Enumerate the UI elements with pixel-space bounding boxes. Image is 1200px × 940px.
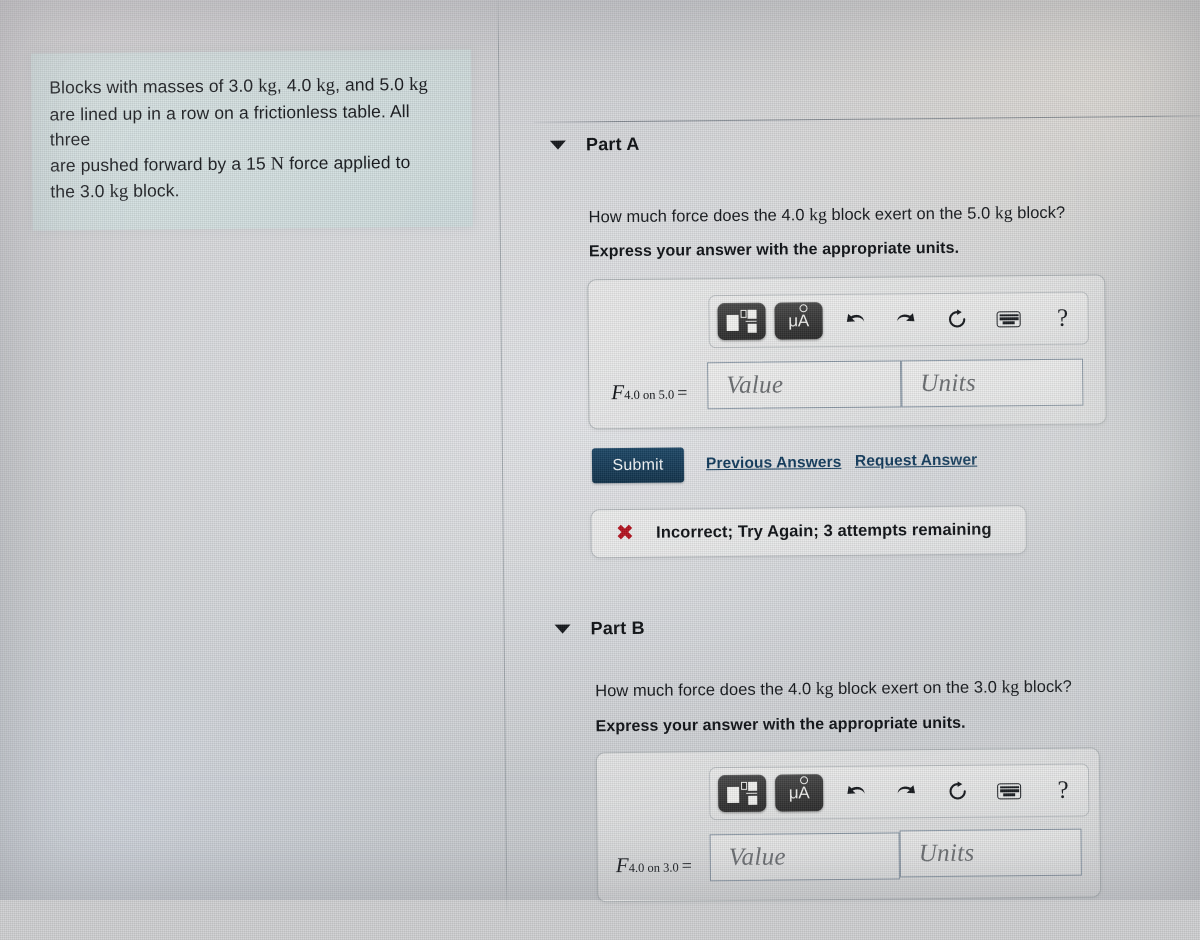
problem-line-3-lead: are pushed forward by a 15 [50, 152, 271, 176]
part-b-answer-box: μA ? F4.0 on 3.0 = Value Units [595, 747, 1102, 903]
units-button[interactable]: μA [774, 302, 823, 340]
reset-button[interactable] [937, 774, 977, 808]
micro-angstrom-icon: μA [788, 303, 809, 331]
math-template-button[interactable] [717, 774, 767, 813]
reset-button[interactable] [936, 302, 976, 336]
problem-unit-kg-4: kg [109, 182, 129, 203]
part-a-answer-box: μA ? F4.0 on 5.0 = Value Units [587, 274, 1107, 430]
part-a-instruction: Express your answer with the appropriate… [588, 239, 960, 261]
part-a-title: Part A [585, 133, 640, 155]
problem-line-4-lead: the 3.0 [50, 181, 110, 202]
part-a-feedback-text: Incorrect; Try Again; 3 attempts remaini… [656, 520, 992, 542]
horizontal-divider-top [533, 115, 1200, 123]
help-question-icon: ? [1056, 304, 1069, 332]
problem-unit-newton: N [270, 153, 285, 174]
part-b-force-subscript: 4.0 on 3.0 [628, 860, 679, 875]
part-a-units-placeholder: Units [920, 369, 977, 397]
part-b-toolbar: μA ? [708, 763, 1090, 821]
redo-button[interactable] [886, 775, 926, 809]
part-b-header[interactable]: Part B [554, 617, 645, 640]
part-b-title: Part B [590, 617, 645, 639]
part-a-question-kg-2: kg [994, 202, 1013, 223]
part-b-question-kg-1: kg [815, 678, 834, 699]
part-a-request-answer-link[interactable]: Request Answer [855, 452, 977, 471]
problem-line-1-mid2: , and 5.0 [334, 74, 410, 95]
part-b-equals-sign: = [681, 855, 692, 876]
undo-button[interactable] [835, 303, 875, 337]
part-a-force-symbol: F [611, 380, 625, 405]
help-question-icon: ? [1057, 776, 1069, 804]
undo-button[interactable] [836, 775, 876, 809]
part-b-question-kg-2: kg [1001, 676, 1020, 697]
reset-icon [949, 781, 966, 800]
part-a-feedback-banner: ✖ Incorrect; Try Again; 3 attempts remai… [590, 505, 1027, 559]
redo-button[interactable] [885, 303, 925, 337]
problem-statement-box: Blocks with masses of 3.0 kg, 4.0 kg, an… [31, 49, 473, 231]
part-b-units-input[interactable]: Units [899, 828, 1082, 878]
problem-line-4-tail: block. [128, 180, 180, 202]
vertical-divider [497, 0, 508, 922]
part-a-answer-label: F4.0 on 5.0 = [611, 379, 687, 405]
problem-unit-kg-1: kg [258, 76, 277, 97]
undo-icon [847, 785, 865, 794]
part-a-force-subscript: 4.0 on 5.0 [624, 387, 675, 402]
chevron-down-icon[interactable] [554, 624, 571, 634]
keyboard-icon [997, 782, 1022, 799]
keyboard-icon [996, 310, 1021, 327]
part-b-question: How much force does the 4.0 kg block exe… [595, 676, 1072, 702]
help-button[interactable]: ? [1042, 301, 1082, 335]
part-b-value-input[interactable]: Value [709, 832, 900, 882]
problem-unit-kg-3: kg [408, 74, 428, 96]
units-button[interactable]: μA [774, 774, 824, 812]
part-a-toolbar: μA ? [708, 291, 1089, 349]
part-a-question-kg-1: kg [809, 204, 827, 225]
part-b-answer-label: F4.0 on 3.0 = [616, 852, 692, 878]
problem-line-3-tail: force applied to [284, 151, 411, 173]
redo-icon [897, 784, 915, 793]
math-template-button[interactable] [717, 302, 766, 341]
part-a-value-input[interactable]: Value [707, 360, 902, 410]
keyboard-button[interactable] [988, 302, 1028, 336]
chevron-down-icon[interactable] [549, 140, 566, 150]
part-a-units-input[interactable]: Units [901, 358, 1084, 408]
part-b-units-placeholder: Units [918, 839, 975, 867]
part-b-force-symbol: F [615, 852, 629, 878]
undo-icon [846, 313, 865, 322]
part-b-instruction: Express your answer with the appropriate… [595, 714, 966, 736]
reset-icon [948, 309, 965, 328]
problem-line-1-mid1: , 4.0 [276, 74, 317, 96]
help-button[interactable]: ? [1043, 773, 1083, 807]
redo-icon [897, 312, 915, 321]
problem-line-1-lead: Blocks with masses of 3.0 [49, 75, 259, 98]
part-a-question: How much force does the 4.0 kg block exe… [589, 202, 1066, 228]
part-a-question-lead: How much force does the 4.0 [588, 206, 810, 227]
part-a-question-tail: block? [1012, 203, 1066, 223]
part-b-value-placeholder: Value [728, 842, 786, 871]
part-a-header[interactable]: Part A [549, 133, 640, 156]
page-content: Blocks with masses of 3.0 kg, 4.0 kg, an… [0, 0, 1200, 922]
micro-angstrom-icon: μA [789, 775, 810, 803]
part-a-previous-answers-link[interactable]: Previous Answers [706, 454, 842, 473]
part-a-value-placeholder: Value [726, 370, 784, 399]
part-b-question-lead: How much force does the 4.0 [595, 680, 816, 701]
math-template-icon [726, 309, 757, 333]
problem-unit-kg-2: kg [316, 75, 336, 96]
part-b-question-mid: block exert on the 3.0 [833, 678, 1002, 699]
part-a-question-mid: block exert on the 5.0 [826, 204, 996, 225]
problem-line-2: are lined up in a row on a frictionless … [49, 100, 410, 150]
part-a-equals-sign: = [677, 382, 688, 403]
math-template-icon [727, 781, 758, 805]
x-mark-icon: ✖ [615, 520, 635, 546]
part-b-question-tail: block? [1019, 677, 1072, 697]
part-a-submit-button[interactable]: Submit [591, 447, 685, 484]
keyboard-button[interactable] [989, 774, 1029, 808]
